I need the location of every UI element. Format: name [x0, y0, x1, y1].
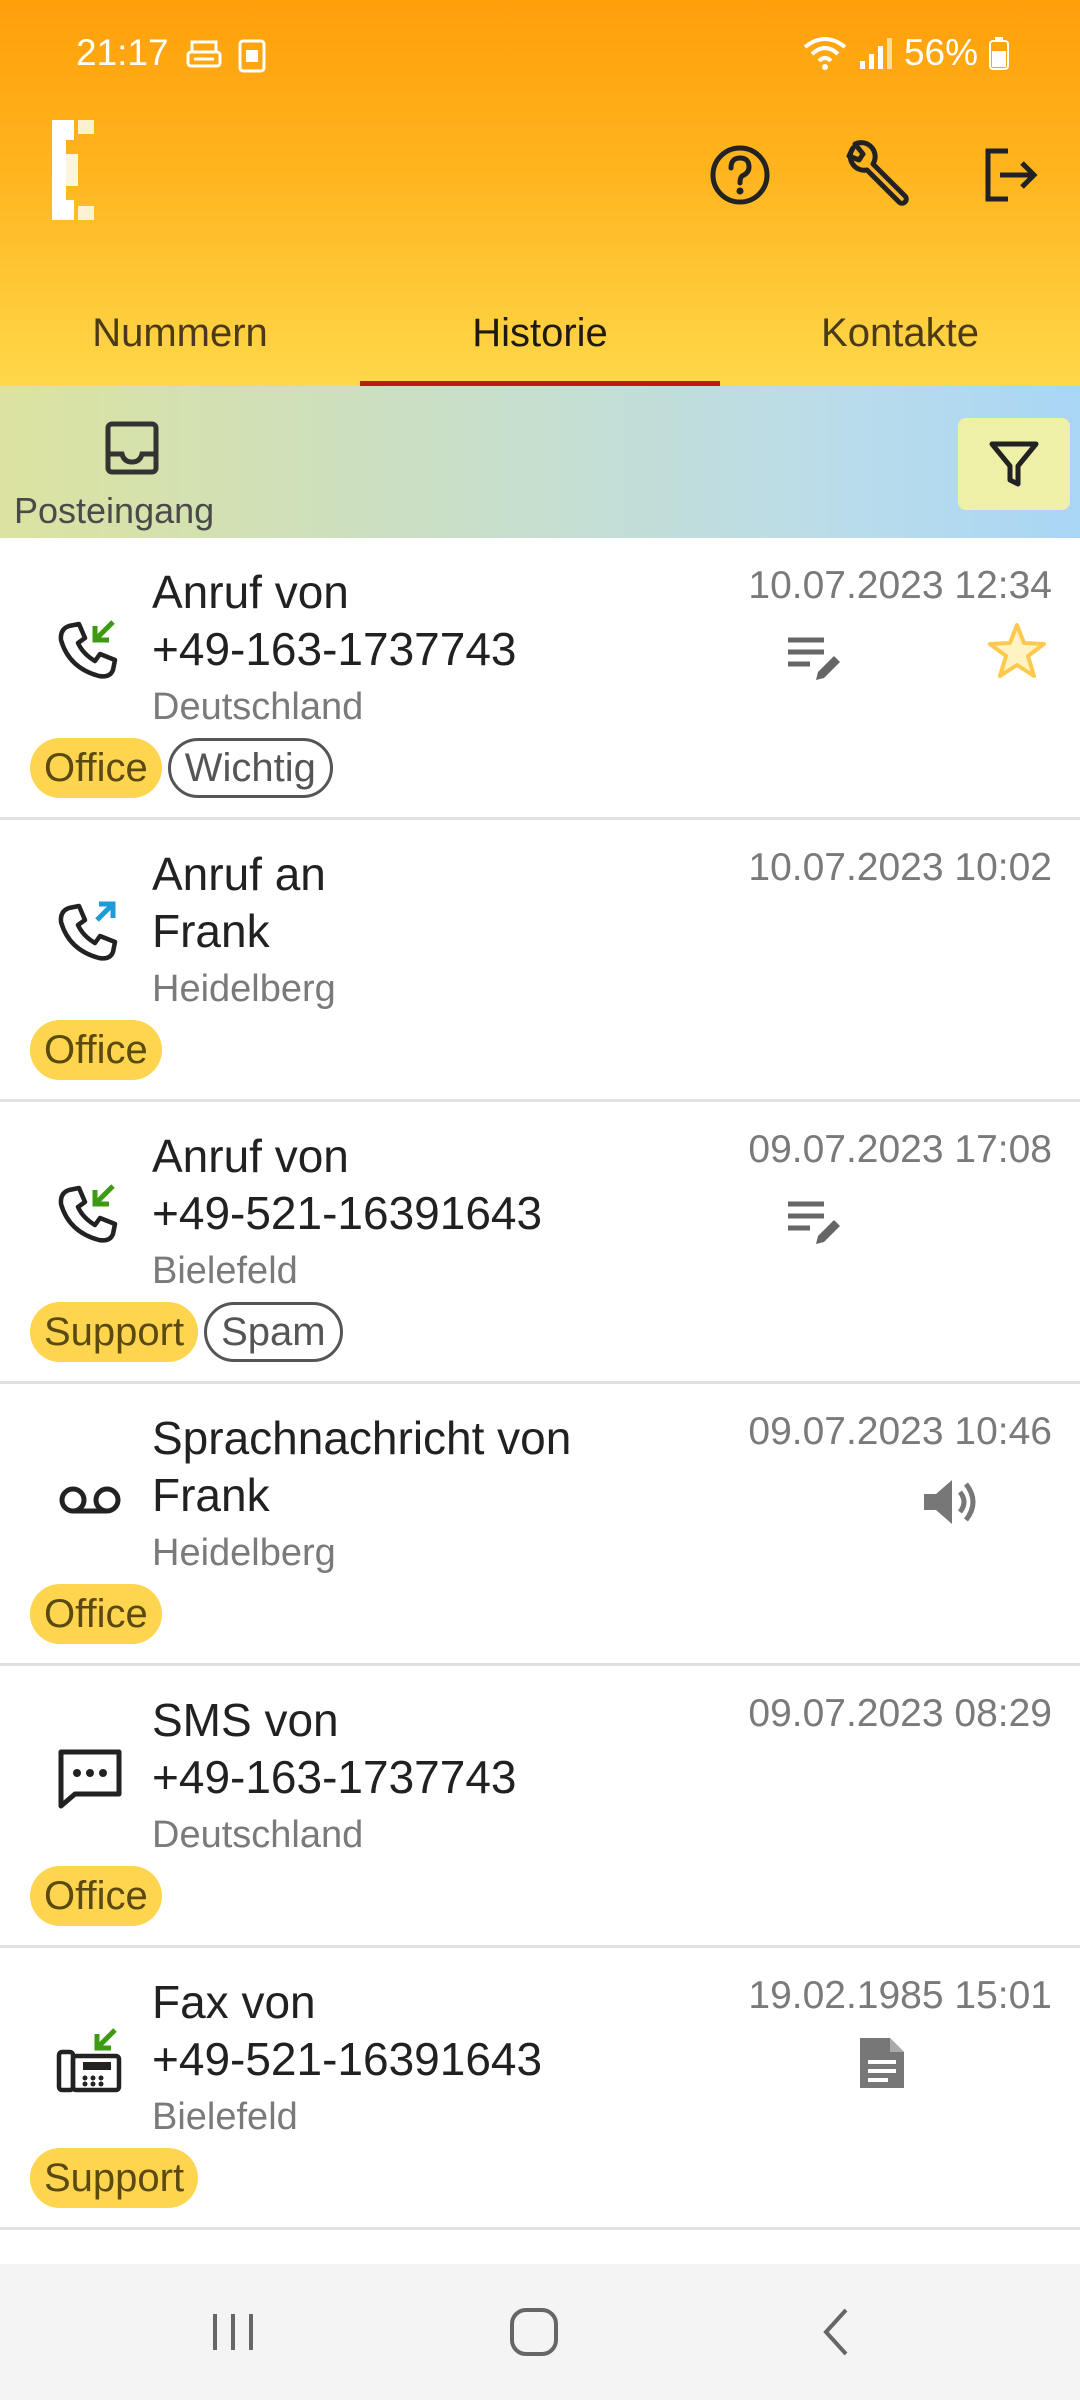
app-logo-icon	[52, 120, 94, 220]
sim-card-icon	[238, 39, 266, 73]
item-location: Heidelberg	[152, 968, 336, 1010]
item-title-line2: +49-163-1737743	[152, 623, 517, 675]
help-button[interactable]	[700, 135, 780, 215]
incoming-call-icon	[58, 620, 118, 679]
tag-support: Support	[30, 1302, 199, 1362]
item-location: Deutschland	[152, 1814, 364, 1856]
item-date: 10.07.2023 12:34	[748, 564, 1052, 607]
item-title-line1: Fax von	[152, 1976, 316, 2028]
item-title: Anruf von +49-521-16391643	[152, 1128, 712, 1242]
star-icon[interactable]	[986, 620, 1048, 682]
header: 21:17 56% Nummern Historie Kontakte	[0, 0, 1080, 386]
item-title-line2: +49-163-1737743	[152, 1751, 517, 1803]
item-tags: Office	[30, 1584, 162, 1644]
status-time: 21:17	[76, 32, 169, 73]
item-title-line2: Frank	[152, 905, 270, 957]
speaker-icon[interactable]	[918, 1470, 982, 1534]
document-icon[interactable]	[852, 2034, 910, 2092]
item-location: Bielefeld	[152, 2096, 298, 2138]
note-edit-icon[interactable]	[784, 1192, 842, 1250]
item-tags: Office	[30, 1866, 162, 1926]
tab-bar: Nummern Historie Kontakte	[0, 280, 1080, 386]
printer-notification-icon	[186, 40, 222, 68]
back-icon[interactable]	[806, 2300, 870, 2364]
item-title-line2: +49-521-16391643	[152, 1187, 543, 1239]
recent-apps-icon[interactable]	[201, 2300, 265, 2364]
item-title: Anruf an Frank	[152, 846, 712, 960]
inbox-label: Posteingang	[14, 490, 215, 531]
item-location: Deutschland	[152, 686, 364, 728]
item-title-line2: Frank	[152, 1469, 270, 1521]
item-title-line1: Anruf von	[152, 566, 349, 618]
list-item[interactable]: Anruf an Frank Heidelberg Office 10.07.2…	[0, 820, 1080, 1102]
sms-icon	[58, 1749, 122, 1809]
status-bar: 21:17 56%	[0, 0, 1080, 110]
outgoing-call-icon	[58, 901, 118, 961]
tag-office: Office	[30, 1866, 162, 1926]
app-root: 21:17 56% Nummern Historie Kontakte Post…	[0, 0, 1080, 2400]
tag-office: Office	[30, 738, 162, 798]
list-item[interactable]: Fax von +49-521-16391643 Bielefeld Suppo…	[0, 1948, 1080, 2230]
wifi-icon	[803, 37, 847, 70]
item-date: 09.07.2023 10:46	[748, 1410, 1052, 1453]
fax-icon	[56, 2028, 122, 2093]
logout-icon	[985, 148, 1038, 202]
wrench-icon	[846, 140, 909, 206]
home-icon[interactable]	[502, 2300, 566, 2364]
system-nav-bar	[0, 2264, 1080, 2400]
item-date: 09.07.2023 08:29	[748, 1692, 1052, 1735]
filter-button[interactable]	[958, 418, 1070, 510]
note-edit-icon[interactable]	[784, 628, 842, 686]
list-item[interactable]: SMS von +49-163-1737743 Deutschland Offi…	[0, 1666, 1080, 1948]
item-date: 19.02.1985 15:01	[748, 1974, 1052, 2017]
history-list: Anruf von +49-163-1737743 Deutschland Of…	[0, 538, 1080, 2230]
tab-kontakte[interactable]: Kontakte	[720, 280, 1080, 386]
item-title-line1: SMS von	[152, 1694, 339, 1746]
tab-nummern[interactable]: Nummern	[0, 280, 360, 386]
logout-button[interactable]	[970, 135, 1050, 215]
item-location: Heidelberg	[152, 1532, 336, 1574]
item-title: SMS von +49-163-1737743	[152, 1692, 712, 1806]
tag-support: Support	[30, 2148, 199, 2208]
item-tags: Office Wichtig	[30, 738, 333, 798]
item-title: Sprachnachricht von Frank	[152, 1410, 712, 1524]
voicemail-icon	[59, 1486, 121, 1514]
tag-spam: Spam	[204, 1302, 343, 1362]
app-bar	[0, 110, 1080, 280]
help-icon	[710, 145, 770, 205]
item-title-line2: +49-521-16391643	[152, 2033, 543, 2085]
battery-icon	[989, 37, 1009, 70]
item-tags: Support	[30, 2148, 199, 2208]
item-location: Bielefeld	[152, 1250, 298, 1292]
filter-icon	[989, 441, 1039, 487]
tag-office: Office	[30, 1020, 162, 1080]
settings-button[interactable]	[836, 135, 916, 215]
item-title: Fax von +49-521-16391643	[152, 1974, 712, 2088]
inbox-button[interactable]: Posteingang	[14, 400, 264, 531]
item-date: 10.07.2023 10:02	[748, 846, 1052, 889]
item-title-line1: Sprachnachricht von	[152, 1412, 572, 1464]
item-date: 09.07.2023 17:08	[748, 1128, 1052, 1171]
signal-icon	[859, 38, 892, 69]
tab-historie[interactable]: Historie	[360, 280, 720, 386]
item-tags: Office	[30, 1020, 162, 1080]
list-item[interactable]: Sprachnachricht von Frank Heidelberg Off…	[0, 1384, 1080, 1666]
tag-office: Office	[30, 1584, 162, 1644]
status-right: 56%	[802, 32, 1010, 74]
item-tags: Support Spam	[30, 1302, 343, 1362]
filter-bar: Posteingang	[0, 386, 1080, 538]
battery-percent: 56%	[903, 32, 978, 73]
list-item[interactable]: Anruf von +49-521-16391643 Bielefeld Sup…	[0, 1102, 1080, 1384]
inbox-icon	[105, 421, 159, 475]
item-title: Anruf von +49-163-1737743	[152, 564, 712, 678]
list-item[interactable]: Anruf von +49-163-1737743 Deutschland Of…	[0, 538, 1080, 820]
tag-wichtig: Wichtig	[167, 738, 333, 798]
incoming-call-icon	[58, 1184, 118, 1243]
item-title-line1: Anruf an	[152, 848, 326, 900]
item-title-line1: Anruf von	[152, 1130, 349, 1182]
